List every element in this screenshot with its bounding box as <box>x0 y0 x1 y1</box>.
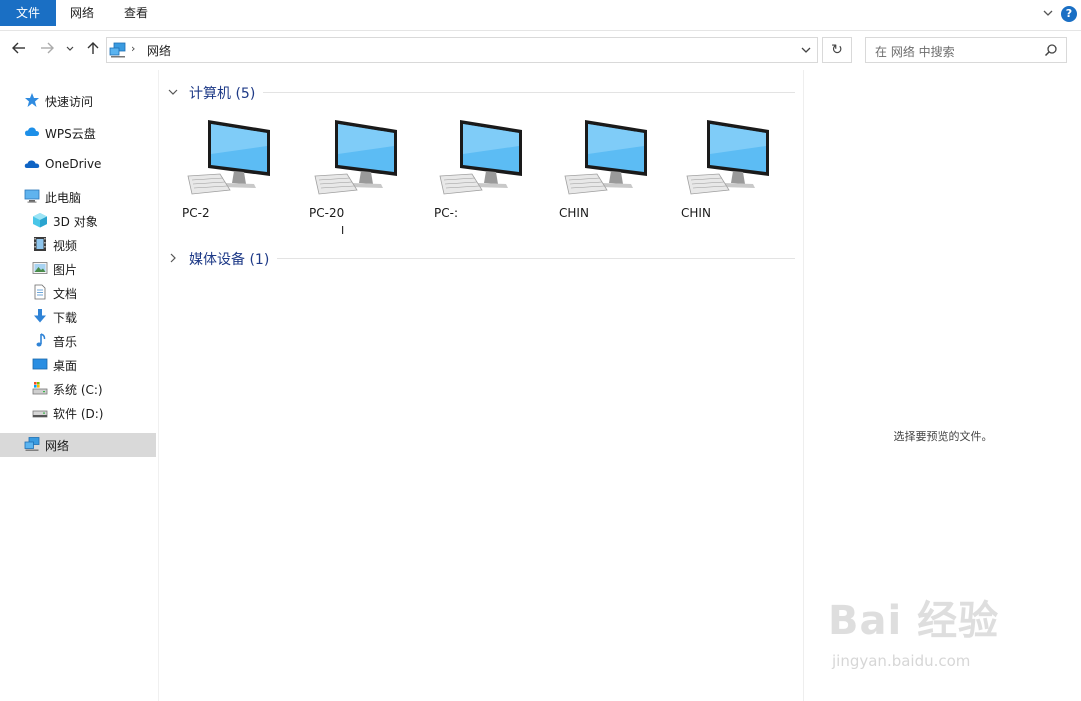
navigation-bar: › 网络 ↻ 在 网络 中搜索 <box>0 31 1081 69</box>
sidebar-item-label: 系统 (C:) <box>53 383 103 397</box>
search-box[interactable]: 在 网络 中搜索 <box>865 37 1067 63</box>
drive-icon <box>32 410 48 418</box>
computer-name: CHIN <box>681 206 711 220</box>
sidebar-item-onedrive[interactable]: OneDrive <box>0 153 156 175</box>
refresh-button[interactable]: ↻ <box>822 37 852 63</box>
downloads-icon <box>34 309 46 323</box>
group-divider <box>263 92 795 93</box>
star-icon <box>25 93 39 107</box>
chevron-down-icon <box>66 46 74 51</box>
cloud-icon <box>25 127 39 136</box>
computer-item[interactable]: CHIN <box>672 114 776 239</box>
network-icon <box>109 42 126 58</box>
sidebar-item-label: 快速访问 <box>45 95 94 109</box>
sidebar-item-music[interactable]: 音乐 <box>0 329 156 351</box>
pictures-icon <box>32 262 48 274</box>
chevron-right-icon <box>170 253 176 263</box>
sidebar-item-label: 此电脑 <box>45 191 82 205</box>
sidebar-item-label: 软件 (D:) <box>53 407 104 421</box>
address-dropdown-icon[interactable] <box>799 43 813 57</box>
sidebar-item-system-drive[interactable]: 系统 (C:) <box>0 377 156 399</box>
help-icon[interactable]: ? <box>1061 6 1077 22</box>
sidebar-item-network[interactable]: 网络 <box>0 433 156 457</box>
sidebar-item-documents[interactable]: 文档 <box>0 281 156 303</box>
recent-locations-button[interactable] <box>64 39 76 57</box>
tab-network[interactable]: 网络 <box>60 0 104 26</box>
sidebar-item-software-drive[interactable]: 软件 (D:) <box>0 401 156 423</box>
computer-icon <box>439 120 522 195</box>
sidebar-item-label: OneDrive <box>45 157 102 171</box>
this-pc-icon <box>24 189 40 203</box>
watermark-logo: Bai 经验 <box>828 598 1000 644</box>
computer-icon <box>564 120 647 195</box>
documents-icon <box>34 284 46 300</box>
sidebar-item-label: 桌面 <box>53 359 78 373</box>
tab-view[interactable]: 查看 <box>114 0 158 26</box>
computer-name: PC-: <box>434 206 458 220</box>
sidebar-item-this-pc[interactable]: 此电脑 <box>0 185 156 207</box>
computer-name: PC-2 <box>182 206 210 220</box>
breadcrumb-network[interactable]: 网络 <box>147 42 171 59</box>
computer-item[interactable]: PC-2 <box>173 114 277 239</box>
chevron-down-icon <box>168 89 178 95</box>
group-header-computers[interactable]: 计算机 (5) <box>167 81 795 103</box>
sidebar-item-wps-cloud[interactable]: WPS云盘 <box>0 121 156 143</box>
ribbon: 文件 网络 查看 ? <box>0 0 1081 31</box>
forward-button[interactable] <box>38 39 56 57</box>
content-area: 计算机 (5) PC-2 PC-20 I PC-: CHIN CHIN 媒体设备… <box>159 70 803 701</box>
sidebar-item-label: 图片 <box>53 263 78 277</box>
sidebar-item-downloads[interactable]: 下载 <box>0 305 156 327</box>
back-arrow-icon <box>12 42 25 54</box>
sidebar-item-label: 网络 <box>45 439 70 453</box>
group-title: 媒体设备 (1) <box>189 252 270 268</box>
sidebar-item-label: 文档 <box>53 287 78 301</box>
group-divider <box>277 258 795 259</box>
group-title: 计算机 (5) <box>189 86 256 102</box>
back-button[interactable] <box>10 39 28 57</box>
preview-message: 选择要预览的文件。 <box>893 430 993 443</box>
baidu-jingyan-watermark: Bai 经验 jingyan.baidu.com <box>828 588 1028 678</box>
sidebar-item-quick-access[interactable]: 快速访问 <box>0 89 156 111</box>
up-button[interactable] <box>84 39 102 57</box>
videos-icon <box>34 237 46 251</box>
music-icon <box>36 333 46 347</box>
navigation-pane: 快速访问 WPS云盘 OneDrive 此电脑 3D 对象 视频 图片 文档 下… <box>0 70 159 701</box>
refresh-icon: ↻ <box>831 42 843 58</box>
group-header-media-devices[interactable]: 媒体设备 (1) <box>167 247 795 269</box>
computer-icon <box>187 120 270 195</box>
computer-icon <box>686 120 769 195</box>
search-icon[interactable] <box>1044 43 1058 57</box>
computer-name: CHIN <box>559 206 589 220</box>
computer-item[interactable]: PC-20 I <box>300 114 404 239</box>
sidebar-item-pictures[interactable]: 图片 <box>0 257 156 279</box>
sidebar-item-label: 3D 对象 <box>53 215 98 229</box>
computer-item[interactable]: PC-: <box>425 114 529 239</box>
sidebar-item-label: WPS云盘 <box>45 127 96 141</box>
sidebar-item-label: 音乐 <box>53 335 78 349</box>
computer-icon <box>314 120 397 195</box>
tab-file[interactable]: 文件 <box>0 0 56 26</box>
desktop-icon <box>32 358 48 370</box>
sidebar-item-videos[interactable]: 视频 <box>0 233 156 255</box>
sidebar-item-label: 视频 <box>53 239 78 253</box>
up-arrow-icon <box>87 42 99 54</box>
computer-name-line2: I <box>341 224 345 237</box>
sidebar-item-label: 下载 <box>53 311 78 325</box>
search-input[interactable]: 在 网络 中搜索 <box>875 43 955 60</box>
watermark-url: jingyan.baidu.com <box>832 652 971 670</box>
forward-arrow-icon <box>41 42 54 54</box>
computer-item[interactable]: CHIN <box>550 114 654 239</box>
sidebar-item-desktop[interactable]: 桌面 <box>0 353 156 375</box>
ribbon-expand-chevron-icon[interactable] <box>1041 6 1055 20</box>
computer-name: PC-20 <box>309 206 345 220</box>
3d-objects-icon <box>33 213 47 228</box>
onedrive-cloud-icon <box>24 160 40 168</box>
breadcrumb-separator-icon[interactable]: › <box>131 42 135 55</box>
system-drive-icon <box>32 382 48 395</box>
sidebar-item-3d-objects[interactable]: 3D 对象 <box>0 209 156 231</box>
network-icon <box>24 437 40 451</box>
address-bar[interactable]: › 网络 <box>106 37 818 63</box>
